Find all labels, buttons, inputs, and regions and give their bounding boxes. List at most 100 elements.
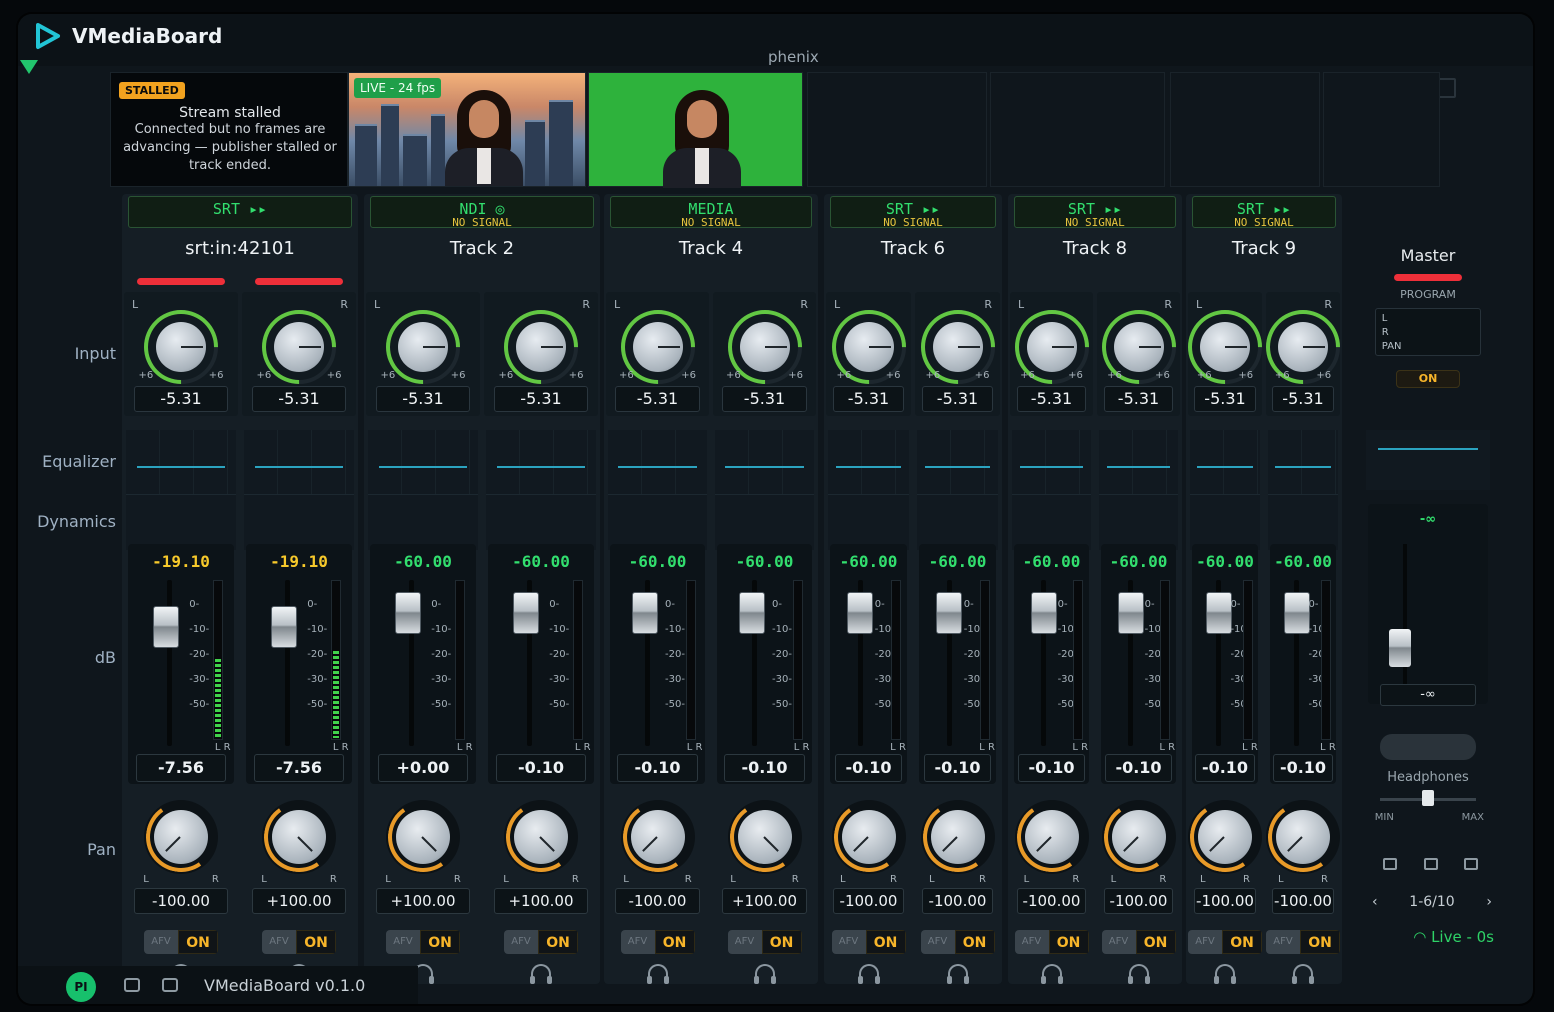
- master-fader-cap[interactable]: [1388, 629, 1411, 667]
- headphones-icon[interactable]: [1040, 964, 1063, 984]
- headphones-icon[interactable]: [857, 964, 880, 984]
- pan-value[interactable]: +100.00: [493, 888, 589, 914]
- input-gain-value[interactable]: -5.31: [1103, 386, 1174, 412]
- afv-button[interactable]: AFV: [620, 930, 655, 954]
- dynamics-panel[interactable]: [828, 494, 909, 550]
- fader-cap[interactable]: [847, 592, 874, 634]
- headphones-icon[interactable]: [946, 964, 969, 984]
- fader-db-value[interactable]: +0.00: [378, 754, 468, 782]
- headphones-icon[interactable]: [530, 964, 552, 984]
- pan-knob[interactable]: [258, 796, 340, 878]
- fader-db-value[interactable]: -0.10: [1273, 754, 1333, 782]
- on-button[interactable]: ON: [296, 930, 336, 954]
- on-button[interactable]: ON: [1135, 930, 1176, 954]
- fader-db-value[interactable]: -0.10: [616, 754, 699, 782]
- dynamics-panel[interactable]: [244, 494, 354, 550]
- fader-cap[interactable]: [738, 592, 765, 634]
- fader-cap[interactable]: [631, 592, 658, 634]
- prev-page-icon[interactable]: ‹: [1372, 894, 1378, 910]
- afv-button[interactable]: AFV: [386, 930, 420, 954]
- pan-knob[interactable]: [1097, 796, 1180, 878]
- input-gain-value[interactable]: -5.31: [832, 386, 905, 412]
- fader-cap[interactable]: [1117, 592, 1144, 634]
- fader-cap[interactable]: [1030, 592, 1057, 634]
- on-button[interactable]: ON: [654, 930, 695, 954]
- preview-greenscreen[interactable]: [588, 72, 803, 188]
- input-gain-value[interactable]: -5.31: [614, 386, 701, 412]
- fader-db-value[interactable]: -7.56: [254, 754, 344, 782]
- on-button[interactable]: ON: [761, 930, 802, 954]
- pan-knob[interactable]: [827, 796, 910, 878]
- afv-button[interactable]: AFV: [1101, 930, 1136, 954]
- fader-cap[interactable]: [394, 592, 421, 634]
- dynamics-panel[interactable]: [368, 494, 478, 550]
- afv-button[interactable]: AFV: [1188, 930, 1222, 954]
- fader-db-value[interactable]: -0.10: [1018, 754, 1085, 782]
- input-gain-value[interactable]: -5.31: [1271, 386, 1335, 412]
- preview-empty[interactable]: [807, 72, 987, 187]
- preview-live[interactable]: LIVE - 24 fps: [348, 72, 586, 187]
- fader-db-value[interactable]: -0.10: [834, 754, 903, 782]
- headphones-slider-knob[interactable]: [1422, 790, 1435, 806]
- dynamics-panel[interactable]: [1099, 494, 1178, 550]
- fader-track[interactable]: [284, 580, 290, 746]
- pan-knob[interactable]: [616, 796, 699, 878]
- pan-value[interactable]: +100.00: [375, 888, 471, 914]
- on-button[interactable]: ON: [178, 930, 218, 954]
- pan-value[interactable]: -100.00: [1016, 888, 1087, 914]
- headphones-toggle[interactable]: [1380, 734, 1476, 760]
- refresh-icon[interactable]: [124, 978, 140, 992]
- fader-db-value[interactable]: -0.10: [723, 754, 806, 782]
- pan-value[interactable]: -100.00: [921, 888, 994, 914]
- fader-db-value[interactable]: -7.56: [136, 754, 226, 782]
- preview-stalled[interactable]: STALLED Stream stalled Connected but no …: [110, 72, 348, 187]
- headphones-icon[interactable]: [1127, 964, 1150, 984]
- fader-cap[interactable]: [1284, 592, 1311, 634]
- pan-value[interactable]: -100.00: [832, 888, 905, 914]
- pan-value[interactable]: +100.00: [721, 888, 808, 914]
- input-gain-value[interactable]: -5.31: [921, 386, 994, 412]
- input-gain-value[interactable]: -5.31: [251, 386, 347, 412]
- input-gain-value[interactable]: -5.31: [375, 386, 471, 412]
- pan-knob[interactable]: [500, 796, 582, 878]
- pan-value[interactable]: -100.00: [614, 888, 701, 914]
- dynamics-panel[interactable]: [486, 494, 596, 550]
- fader-cap[interactable]: [936, 592, 963, 634]
- monitor-icon[interactable]: [1423, 858, 1438, 870]
- camera-icon[interactable]: [1464, 858, 1479, 870]
- dynamics-panel[interactable]: [1012, 494, 1091, 550]
- on-button[interactable]: ON: [865, 930, 906, 954]
- layout-icon[interactable]: [1383, 858, 1398, 870]
- on-button[interactable]: ON: [1222, 930, 1262, 954]
- afv-button[interactable]: AFV: [144, 930, 178, 954]
- on-button[interactable]: ON: [420, 930, 460, 954]
- dynamics-panel[interactable]: [715, 494, 814, 550]
- fader-db-value[interactable]: -0.10: [923, 754, 992, 782]
- fader-cap[interactable]: [1206, 592, 1233, 634]
- fader-cap[interactable]: [512, 592, 539, 634]
- pan-knob[interactable]: [723, 796, 806, 878]
- on-button[interactable]: ON: [1300, 930, 1340, 954]
- fader-cap[interactable]: [152, 606, 179, 648]
- afv-button[interactable]: AFV: [1014, 930, 1049, 954]
- dynamics-panel[interactable]: [917, 494, 998, 550]
- dynamics-panel[interactable]: [608, 494, 707, 550]
- avatar[interactable]: PI: [66, 972, 96, 1002]
- pan-value[interactable]: -100.00: [1193, 888, 1257, 914]
- layers-icon[interactable]: [162, 978, 178, 992]
- pan-value[interactable]: -100.00: [1103, 888, 1174, 914]
- input-gain-value[interactable]: -5.31: [1016, 386, 1087, 412]
- afv-button[interactable]: AFV: [504, 930, 538, 954]
- headphones-icon[interactable]: [1292, 964, 1314, 984]
- master-db-value[interactable]: -∞: [1380, 684, 1476, 706]
- fader-cap[interactable]: [270, 606, 297, 648]
- pan-knob[interactable]: [916, 796, 999, 878]
- fader-db-value[interactable]: -0.10: [496, 754, 586, 782]
- afv-button[interactable]: AFV: [1266, 930, 1300, 954]
- master-eq[interactable]: [1366, 430, 1490, 490]
- afv-button[interactable]: AFV: [920, 930, 955, 954]
- master-on-button[interactable]: ON: [1396, 370, 1460, 388]
- on-button[interactable]: ON: [1048, 930, 1089, 954]
- pan-knob[interactable]: [1262, 796, 1344, 878]
- preview-empty[interactable]: [1170, 72, 1320, 187]
